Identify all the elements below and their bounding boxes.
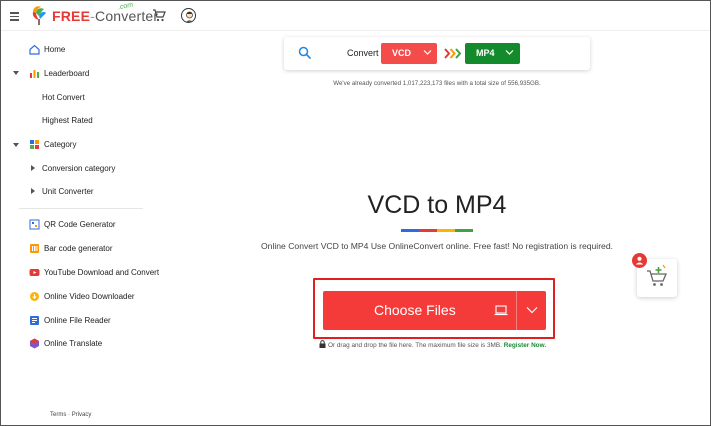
sidebar-item-label: Online File Reader <box>44 315 111 325</box>
sidebar-item-conversion-category[interactable]: Conversion category <box>42 157 115 179</box>
button-divider <box>516 291 517 330</box>
from-format-select[interactable]: VCD <box>381 43 437 64</box>
sidebar-item-label: Online Video Downloader <box>44 291 135 301</box>
sidebar-item-label: Online Translate <box>44 338 103 348</box>
stats-prefix: We've already converted <box>333 80 403 87</box>
page: FREE-Converter .com Home Leaderboard Hot… <box>0 0 711 426</box>
chevron-down-icon <box>423 50 432 55</box>
page-title: VCD to MP4 <box>367 191 507 219</box>
convert-label: Convert <box>347 48 379 58</box>
sidebar-item-home[interactable]: Home <box>29 38 65 60</box>
sidebar-item-label: Highest Rated <box>42 115 93 125</box>
avatar[interactable] <box>181 8 196 23</box>
sidebar: Home Leaderboard Hot Convert Highest Rat… <box>1 32 159 425</box>
from-format-value: VCD <box>392 48 412 58</box>
laptop-icon[interactable] <box>494 305 508 316</box>
video-download-icon <box>30 291 39 301</box>
cart-icon[interactable] <box>152 9 166 22</box>
search-icon[interactable] <box>298 46 312 60</box>
sidebar-item-label: YouTube Download and Convert <box>44 267 160 277</box>
sidebar-item-label: QR Code Generator <box>44 219 116 229</box>
sidebar-item-leaderboard[interactable]: Leaderboard <box>29 62 89 84</box>
sidebar-item-label: Conversion category <box>42 163 116 173</box>
caret-right-icon[interactable] <box>31 165 35 171</box>
sidebar-item-highest-rated[interactable]: Highest Rated <box>42 109 93 131</box>
stats-size: 556,935GB <box>507 80 539 87</box>
home-icon <box>29 44 40 55</box>
bar-chart-icon <box>30 69 39 78</box>
barcode-icon <box>30 243 39 253</box>
conversion-stats: We've already converted 1,017,223,173 fi… <box>284 80 590 87</box>
qr-code-icon <box>29 219 40 229</box>
sidebar-item-label: Unit Converter <box>42 186 94 196</box>
sidebar-item-label: Bar code generator <box>44 243 113 253</box>
user-avatar-icon <box>185 11 194 22</box>
sidebar-item-unit-converter[interactable]: Unit Converter <box>42 180 94 202</box>
sidebar-divider <box>19 208 143 209</box>
page-subtitle: Online Convert VCD to MP4 Use OnlineConv… <box>260 241 614 251</box>
sidebar-item-qr-code-generator[interactable]: QR Code Generator <box>29 213 116 235</box>
title-underline <box>401 229 473 232</box>
stats-suffix: . <box>539 80 541 87</box>
translate-icon <box>30 338 39 348</box>
caret-down-icon[interactable] <box>13 71 19 75</box>
sidebar-item-label: Category <box>44 139 77 149</box>
sidebar-item-label: Leaderboard <box>44 68 90 78</box>
to-format-value: MP4 <box>476 48 495 58</box>
sidebar-item-online-file-reader[interactable]: Online File Reader <box>29 309 111 331</box>
sidebar-item-label: Home <box>44 44 66 54</box>
lock-icon <box>319 340 326 348</box>
choose-files-label: Choose Files <box>374 302 456 318</box>
chevron-down-icon[interactable] <box>526 306 538 314</box>
chevron-down-icon <box>505 50 514 55</box>
sidebar-item-bar-code-generator[interactable]: Bar code generator <box>29 237 113 259</box>
to-format-select[interactable]: MP4 <box>465 43 520 64</box>
caret-right-icon[interactable] <box>31 188 35 194</box>
drop-note: Or drag and drop the file here. The maxi… <box>319 340 546 349</box>
caret-down-icon[interactable] <box>13 143 19 147</box>
stats-files: 1,017,223,173 <box>402 80 443 87</box>
brand-name[interactable]: FREE-Converter <box>52 8 158 24</box>
privacy-link[interactable]: Privacy <box>72 412 92 418</box>
top-bar: FREE-Converter .com <box>1 1 710 31</box>
sidebar-item-online-video-downloader[interactable]: Online Video Downloader <box>29 285 135 307</box>
choose-files-button[interactable]: Choose Files <box>323 291 546 330</box>
terms-link[interactable]: Terms <box>50 412 66 418</box>
stats-middle: files with a total size of <box>442 80 508 87</box>
youtube-icon <box>29 268 40 276</box>
file-reader-icon <box>30 315 39 325</box>
sidebar-item-label: Hot Convert <box>42 92 85 102</box>
footer-separator: · <box>68 412 71 418</box>
brand-free: FREE <box>52 8 91 24</box>
sidebar-item-youtube-download[interactable]: YouTube Download and Convert <box>29 261 159 283</box>
sidebar-item-category[interactable]: Category <box>29 133 76 155</box>
convert-arrows-icon <box>444 48 462 59</box>
category-grid-icon <box>30 139 39 149</box>
user-badge[interactable] <box>632 253 647 268</box>
menu-icon[interactable] <box>10 12 19 21</box>
user-icon <box>635 256 644 265</box>
brand-converter: Converter <box>95 8 159 24</box>
drop-note-text: Or drag and drop the file here. The maxi… <box>328 342 502 349</box>
footer-links: Terms · Privacy <box>50 412 91 418</box>
sidebar-item-hot-convert[interactable]: Hot Convert <box>42 86 85 108</box>
register-now-link[interactable]: Register Now. <box>504 342 546 349</box>
sidebar-item-online-translate[interactable]: Online Translate <box>29 332 102 354</box>
logo-icon <box>32 6 46 25</box>
convert-search-bar: Convert VCD MP4 <box>284 37 590 70</box>
